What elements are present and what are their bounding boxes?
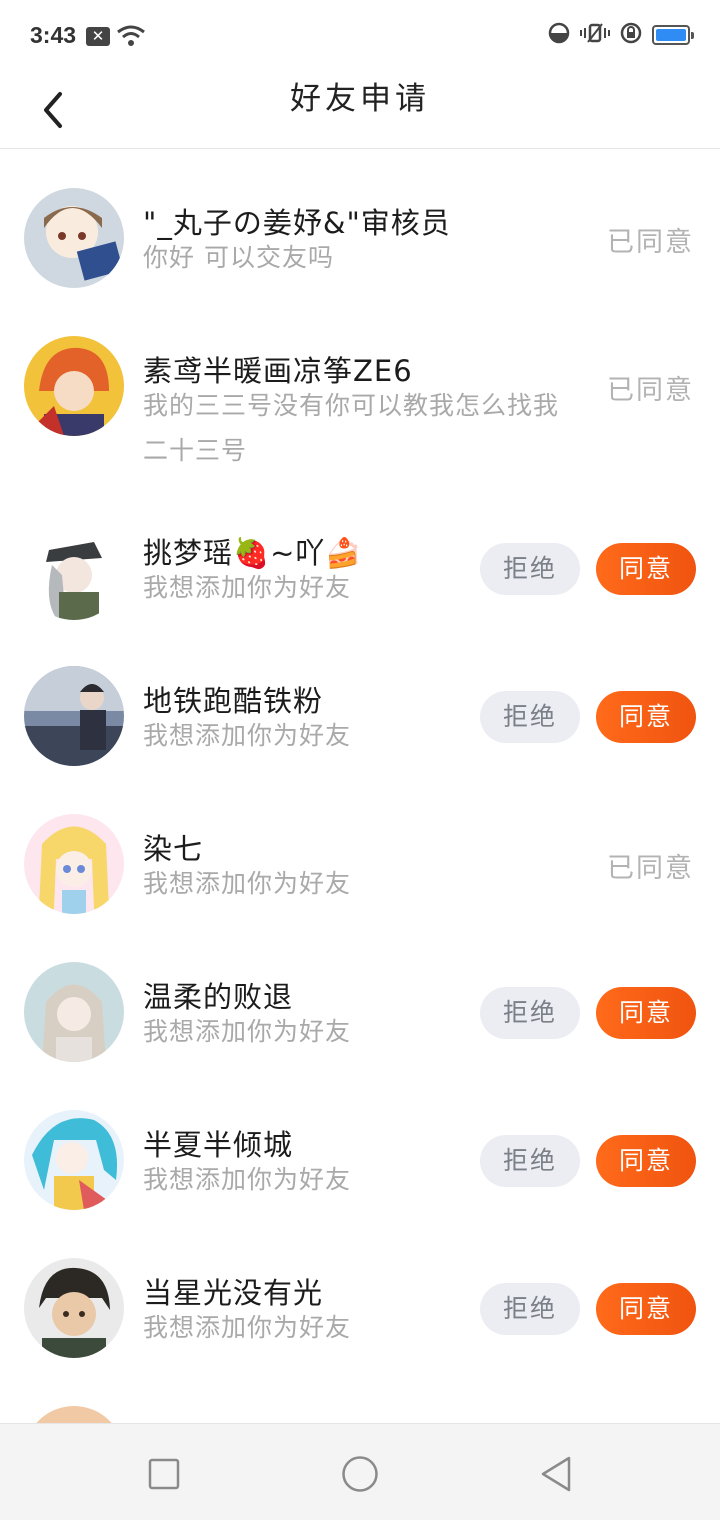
request-item-partial[interactable]	[0, 1366, 720, 1423]
accept-button[interactable]: 同意	[596, 1283, 696, 1335]
wifi-icon	[116, 24, 146, 52]
request-item[interactable]: 半夏半倾城 我想添加你为好友 拒绝 同意	[0, 1070, 720, 1218]
circle-icon	[342, 1456, 378, 1492]
request-item[interactable]: 挑梦瑶🍓~吖🍰 我想添加你为好友 拒绝 同意	[0, 478, 720, 626]
avatar[interactable]	[24, 520, 124, 620]
avatar[interactable]	[24, 336, 124, 436]
avatar[interactable]	[24, 666, 124, 766]
navigation-bar	[0, 1423, 720, 1520]
request-item[interactable]: 温柔的败退 我想添加你为好友 拒绝 同意	[0, 922, 720, 1070]
reject-button[interactable]: 拒绝	[480, 543, 580, 595]
recent-apps-button[interactable]	[142, 1452, 186, 1496]
page-title: 好友申请	[290, 81, 430, 117]
reject-button[interactable]: 拒绝	[480, 987, 580, 1039]
request-message: 我想添加你为好友	[143, 869, 352, 898]
request-item[interactable]: 染七 我想添加你为好友 已同意	[0, 774, 720, 922]
reject-button[interactable]: 拒绝	[480, 691, 580, 743]
accept-button[interactable]: 同意	[596, 1135, 696, 1187]
battery-icon	[652, 25, 694, 45]
avatar[interactable]	[24, 1110, 124, 1210]
friend-request-list: "_丸子の姜妤&"审核员 你好 可以交友吗 已同意 素鸢半暖画凉筝ZE6 我的三…	[0, 150, 720, 1423]
request-item[interactable]: 地铁跑酷铁粉 我想添加你为好友 拒绝 同意	[0, 626, 720, 774]
request-item[interactable]: 当星光没有光 我想添加你为好友 拒绝 同意	[0, 1218, 720, 1366]
accept-button[interactable]: 同意	[596, 543, 696, 595]
vibrate-icon	[580, 22, 610, 48]
avatar[interactable]	[24, 814, 124, 914]
accept-button[interactable]: 同意	[596, 691, 696, 743]
system-back-button[interactable]	[534, 1452, 578, 1496]
agreed-status: 已同意	[607, 375, 694, 406]
square-icon	[148, 1458, 180, 1490]
status-icons	[548, 22, 694, 48]
request-item[interactable]: "_丸子の姜妤&"审核员 你好 可以交友吗 已同意	[0, 150, 720, 300]
agreed-status: 已同意	[607, 853, 694, 884]
avatar[interactable]	[24, 1258, 124, 1358]
home-button[interactable]	[338, 1452, 382, 1496]
avatar[interactable]	[24, 962, 124, 1062]
battery-level	[656, 29, 686, 41]
status-bar: 3:43 ✕	[0, 0, 720, 72]
triangle-back-icon	[541, 1456, 571, 1492]
request-message: 我的三三号没有你可以教我怎么找我二十三号	[143, 391, 560, 465]
data-saver-icon	[548, 22, 570, 48]
avatar[interactable]	[24, 188, 124, 288]
notification-icon: ✕	[86, 27, 110, 46]
request-item[interactable]: 素鸢半暖画凉筝ZE6 我的三三号没有你可以教我怎么找我二十三号 已同意	[0, 300, 720, 478]
rotation-lock-icon	[620, 22, 642, 48]
avatar[interactable]	[24, 1406, 124, 1423]
request-message: 你好 可以交友吗	[143, 243, 334, 272]
accept-button[interactable]: 同意	[596, 987, 696, 1039]
header: 好友申请	[0, 72, 720, 149]
reject-button[interactable]: 拒绝	[480, 1283, 580, 1335]
agreed-status: 已同意	[607, 227, 694, 258]
status-time: 3:43	[30, 22, 77, 48]
reject-button[interactable]: 拒绝	[480, 1135, 580, 1187]
